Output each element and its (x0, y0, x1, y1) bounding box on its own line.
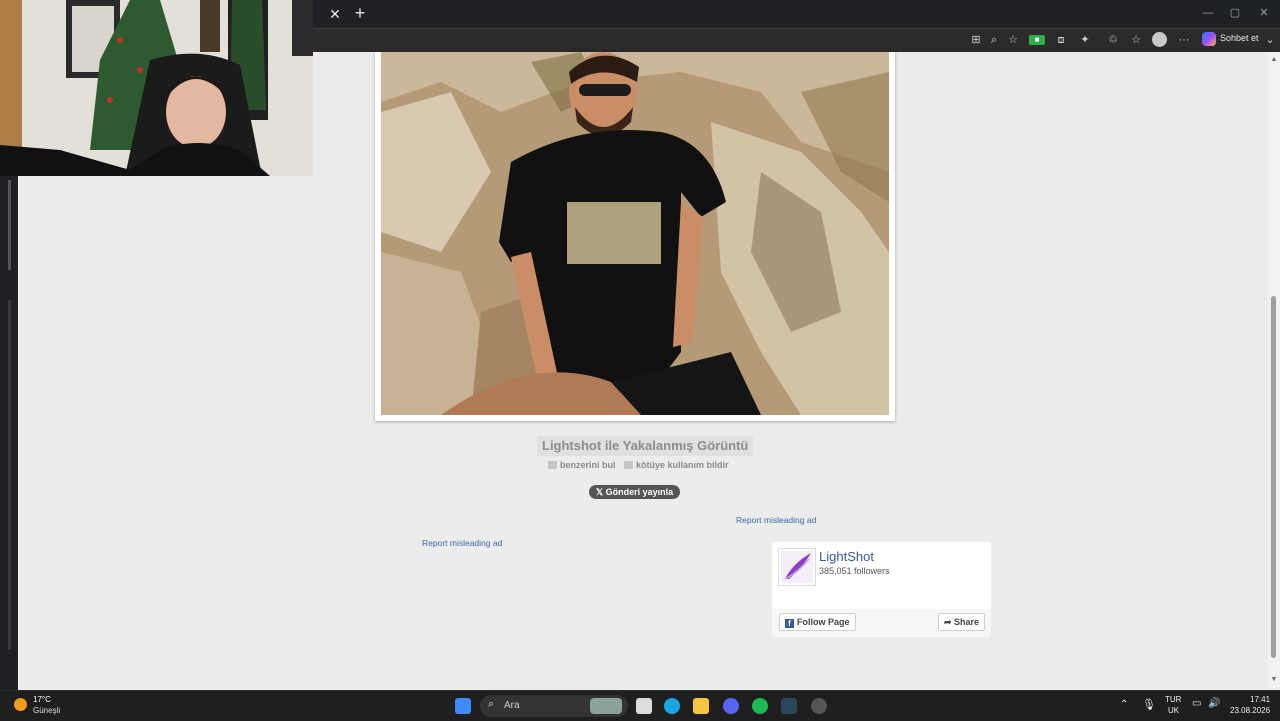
facebook-share-label: Share (954, 617, 980, 627)
file-explorer-icon[interactable] (693, 698, 709, 714)
facebook-actions: f Follow Page ➦ Share (772, 609, 991, 637)
volume-icon[interactable]: 🔊 (1208, 698, 1220, 709)
task-view-icon[interactable] (636, 698, 652, 714)
app-icon[interactable] (811, 698, 827, 714)
profile-avatar[interactable] (1152, 32, 1167, 47)
tray-overflow-icon[interactable]: ⌃ (1120, 699, 1128, 710)
camera-icon (548, 461, 557, 469)
scroll-down-icon[interactable]: ▼ (1269, 676, 1279, 683)
microphone-icon[interactable]: 🎙 (1142, 698, 1156, 711)
maximize-button[interactable]: ▢ (1223, 4, 1247, 22)
browser-titlebar (313, 0, 1280, 28)
edge-browser-icon[interactable] (664, 698, 680, 714)
close-tab-button[interactable]: ✕ (325, 4, 345, 24)
facebook-icon: f (785, 619, 794, 628)
favorite-star-icon[interactable]: ☆ (1005, 32, 1021, 48)
scrollbar-thumb[interactable] (1271, 296, 1276, 658)
find-similar-link[interactable]: benzerini bul (548, 460, 616, 470)
follow-page-label: Follow Page (797, 617, 850, 627)
screenshot-image (381, 52, 889, 415)
search-icon: ⌕ (488, 698, 495, 710)
lightshot-logo[interactable] (778, 548, 816, 586)
search-placeholder: Ara (504, 700, 520, 711)
action-links: benzerini bul kötüye kullanım bildir (548, 460, 735, 470)
app-grid-icon[interactable]: ⊞ (968, 32, 984, 48)
clock-date[interactable]: 23.08.2026 (1230, 706, 1270, 715)
discord-icon[interactable] (723, 698, 739, 714)
weather-condition[interactable]: Güneşli (33, 706, 60, 715)
extension-icon[interactable]: ⧈ (1053, 32, 1069, 48)
post-share-button[interactable]: 𝕏 Gönderi yayınla (589, 485, 680, 499)
report-misleading-ad-link[interactable]: Report misleading ad (736, 515, 816, 525)
spotify-icon[interactable] (752, 698, 768, 714)
clock-time[interactable]: 17:41 (1250, 695, 1270, 704)
close-window-button[interactable]: ✕ (1252, 4, 1276, 22)
facebook-followers: 385,051 followers (819, 566, 890, 576)
favorites-icon[interactable]: ☆ (1128, 32, 1144, 48)
network-icon[interactable]: ▭ (1192, 698, 1201, 709)
language-top[interactable]: TUR (1165, 695, 1181, 704)
facebook-share-button[interactable]: ➦ Share (938, 613, 986, 631)
share-arrow-icon: ➦ (944, 617, 955, 627)
zoom-icon[interactable]: ⌕ (986, 32, 1002, 48)
report-misleading-ad-link[interactable]: Report misleading ad (422, 538, 502, 548)
flag-icon (624, 461, 634, 469)
language-bottom[interactable]: UK (1168, 706, 1179, 715)
find-similar-label: benzerini bul (560, 460, 616, 470)
browser-essentials-icon[interactable]: ♲ (1105, 32, 1121, 48)
minimize-button[interactable]: — (1196, 4, 1220, 22)
post-share-label: Gönderi yayınla (605, 487, 674, 497)
copilot-icon[interactable] (1202, 32, 1216, 46)
scroll-up-icon[interactable]: ▲ (1269, 56, 1279, 63)
search-highlight-image (590, 698, 622, 714)
steam-icon[interactable] (781, 698, 797, 714)
facebook-page-widget: LightShot 385,051 followers f Follow Page… (772, 542, 991, 637)
follow-page-button[interactable]: f Follow Page (779, 613, 856, 631)
windows-start-icon[interactable] (455, 698, 471, 714)
weather-temperature[interactable]: 17°C (33, 695, 51, 704)
weather-sun-icon[interactable] (14, 698, 27, 711)
report-abuse-link[interactable]: kötüye kullanım bildir (624, 460, 729, 470)
windows-taskbar: 17°C Güneşli ⌕ Ara ⌃ 🎙 TUR UK ▭ 🔊 17:41 … (0, 690, 1280, 721)
facebook-page-name[interactable]: LightShot (819, 549, 874, 564)
taskbar-search-box[interactable]: ⌕ Ara (480, 695, 628, 717)
x-logo-icon: 𝕏 (595, 487, 606, 497)
sidebar-toggle-icon[interactable]: ⌄ (1262, 32, 1278, 48)
page-title: Lightshot ile Yakalanmış Görüntü (537, 436, 754, 456)
new-tab-button[interactable]: + (349, 3, 371, 25)
extension-badge-icon[interactable]: ■ (1029, 35, 1045, 45)
more-options-icon[interactable]: ··· (1176, 32, 1192, 48)
extensions-puzzle-icon[interactable]: ✦ (1077, 32, 1093, 48)
chat-button[interactable]: Sohbet et (1220, 33, 1259, 43)
report-abuse-label: kötüye kullanım bildir (636, 460, 729, 470)
webcam-overlay (0, 0, 313, 176)
